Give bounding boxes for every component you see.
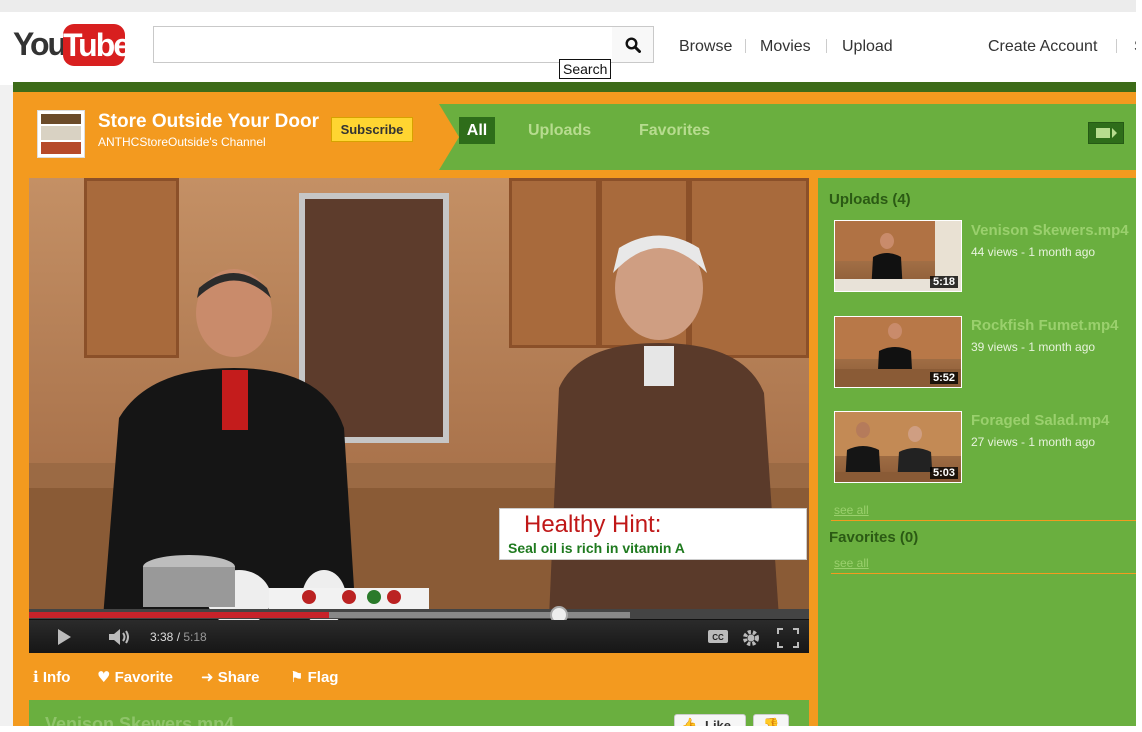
nav-separator (826, 39, 827, 53)
flag-label: Flag (307, 669, 339, 686)
video-player[interactable]: Healthy Hint: Seal oil is rich in vitami… (29, 178, 809, 653)
hint-title: Healthy Hint: (524, 511, 662, 538)
nav-browse[interactable]: Browse (679, 38, 732, 56)
video-thumbnail[interactable]: 5:52 (834, 316, 962, 388)
nav-upload[interactable]: Upload (842, 38, 893, 56)
favorites-see-all-link[interactable]: see all (834, 556, 869, 570)
flag-tab[interactable]: ⚑ Flag (290, 668, 338, 686)
share-arrow-icon: ➜ (201, 668, 214, 686)
current-time: 3:38 (150, 630, 174, 644)
upload-video-meta: 27 views - 1 month ago (971, 435, 1096, 449)
tab-uploads[interactable]: Uploads (528, 122, 591, 140)
channel-title[interactable]: Store Outside Your Door (98, 111, 319, 133)
screenshot-edge (0, 726, 1142, 732)
svg-text:CC: CC (712, 633, 724, 642)
time-display: 3:38 / 5:18 (150, 630, 207, 644)
upload-video-meta: 44 views - 1 month ago (971, 245, 1096, 259)
nav-movies[interactable]: Movies (760, 38, 811, 56)
screenshot-edge (1136, 0, 1142, 732)
volume-icon[interactable] (107, 628, 133, 646)
thumbnail-duration: 5:52 (929, 372, 958, 384)
share-label: Share (217, 669, 260, 686)
tab-all[interactable]: All (459, 117, 495, 144)
nav-separator (1116, 39, 1117, 53)
thumbnail-duration: 5:18 (929, 276, 958, 288)
info-tab[interactable]: i Info (33, 668, 70, 686)
uploads-heading[interactable]: Uploads (4) (829, 191, 911, 208)
favorites-heading[interactable]: Favorites (0) (829, 529, 918, 546)
favorite-tab[interactable]: ♥ Favorite (97, 668, 173, 686)
progress-played (29, 612, 330, 618)
top-strip (0, 0, 1142, 12)
search-icon (625, 37, 641, 53)
channel-avatar[interactable] (37, 110, 85, 158)
info-label: Info (42, 669, 71, 686)
subscribe-button[interactable]: Subscribe (331, 117, 413, 142)
heart-icon: ♥ (97, 668, 111, 686)
upload-video-title[interactable]: Venison Skewers.mp4 (971, 222, 1129, 239)
nav-separator (745, 39, 746, 53)
search-button[interactable] (612, 26, 654, 63)
fullscreen-icon[interactable] (777, 628, 799, 648)
captions-icon[interactable]: CC (707, 628, 729, 644)
channel-subtitle[interactable]: ANTHCStoreOutside's Channel (98, 135, 266, 149)
create-account-link[interactable]: Create Account (988, 38, 1097, 56)
upload-video-title[interactable]: Rockfish Fumet.mp4 (971, 317, 1119, 334)
sidebar-divider (831, 520, 1142, 521)
channel-header-arrow (439, 104, 459, 170)
video-thumbnail[interactable]: 5:03 (834, 411, 962, 483)
grid-view-icon[interactable] (1088, 122, 1124, 144)
duration-time: 5:18 (183, 630, 207, 644)
video-description-panel: Venison Skewers.mp4 👍 Like 👎 (29, 700, 809, 728)
share-tab[interactable]: ➜ Share (201, 668, 259, 686)
play-icon[interactable] (55, 628, 73, 646)
tab-favorites[interactable]: Favorites (639, 122, 710, 140)
time-separator: / (173, 630, 184, 644)
healthy-hint-overlay: Healthy Hint: Seal oil is rich in vitami… (499, 508, 807, 560)
settings-gear-icon[interactable] (741, 628, 761, 648)
thumbnail-duration: 5:03 (929, 467, 958, 479)
cooking-pot (143, 555, 235, 607)
hint-text: Seal oil is rich in vitamin A (508, 540, 685, 556)
logo-you-text: You (13, 26, 67, 62)
flag-icon: ⚑ (290, 668, 304, 686)
channel-top-band (13, 82, 1142, 92)
search-input[interactable] (153, 26, 613, 63)
uploads-see-all-link[interactable]: see all (834, 503, 869, 517)
channel-avatar-image (41, 114, 81, 154)
upload-video-meta: 39 views - 1 month ago (971, 340, 1096, 354)
sidebar-divider (831, 573, 1142, 574)
search-tooltip: Search (559, 59, 612, 79)
info-icon: i (33, 668, 39, 686)
top-bar: You Tube Search Browse Movies Upload Cre… (0, 0, 1142, 85)
logo-tube-badge: Tube (63, 24, 131, 66)
control-bar: 3:38 / 5:18 CC (29, 620, 809, 653)
upload-video-title[interactable]: Foraged Salad.mp4 (971, 412, 1109, 429)
favorite-label: Favorite (114, 669, 173, 686)
video-thumbnail[interactable]: 5:18 (834, 220, 962, 292)
